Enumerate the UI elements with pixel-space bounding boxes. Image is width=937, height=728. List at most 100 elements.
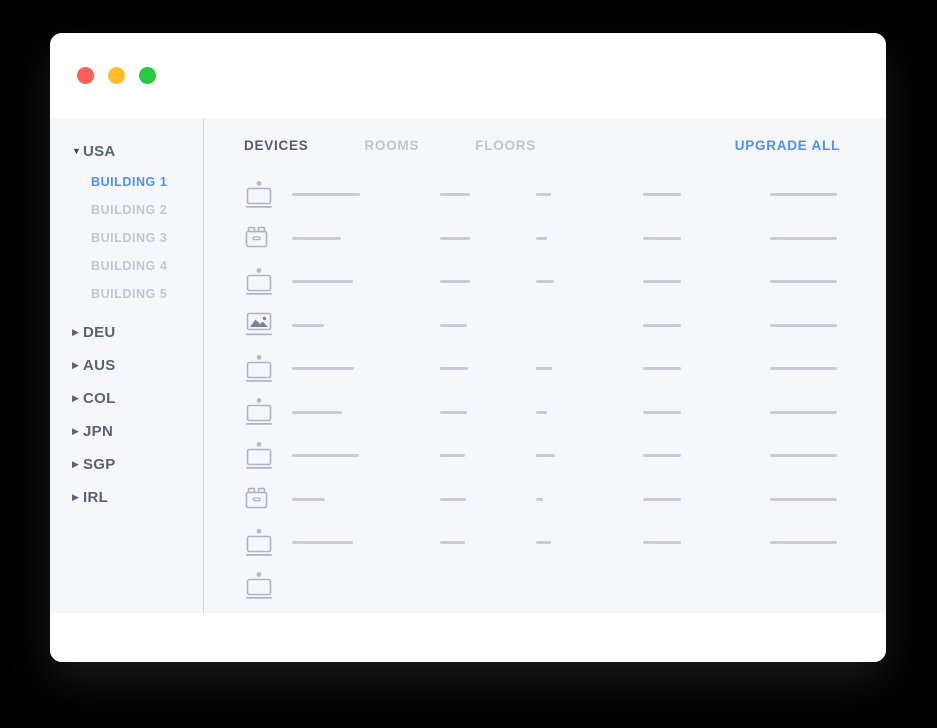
cell-placeholder [770, 410, 837, 414]
sidebar-item-label: BUILDING 3 [91, 231, 168, 245]
sidebar-group-jpn[interactable]: ▶ JPN [50, 415, 203, 448]
cell-placeholder [292, 497, 325, 501]
cell-placeholder [440, 410, 467, 414]
close-button[interactable] [77, 67, 94, 84]
sidebar-item-label: BUILDING 2 [91, 203, 168, 217]
device-list [244, 173, 886, 608]
chevron-right-icon[interactable]: ▶ [72, 328, 83, 337]
table-row[interactable] [244, 391, 886, 435]
laptop-icon [244, 180, 290, 210]
cell-placeholder [536, 497, 543, 501]
cell-placeholder [643, 454, 681, 458]
printer-icon [244, 226, 290, 250]
sidebar-item-building-5[interactable]: BUILDING 5 [50, 280, 203, 308]
cell-placeholder [292, 541, 353, 545]
tabs-bar: DEVICES ROOMS FLOORS UPGRADE ALL [244, 118, 886, 173]
maximize-button[interactable] [139, 67, 156, 84]
minimize-button[interactable] [108, 67, 125, 84]
window-footer [50, 613, 886, 662]
location-sidebar: ▼ USA BUILDING 1 BUILDING 2 BUILDING 3 BUILDI… [50, 118, 203, 613]
laptop-icon [244, 354, 290, 384]
cell-placeholder [770, 541, 837, 545]
sidebar-item-building-2[interactable]: BUILDING 2 [50, 196, 203, 224]
cell-placeholder [292, 280, 353, 284]
cell-placeholder [643, 236, 681, 240]
cell-placeholder [292, 323, 324, 327]
sidebar-group-usa[interactable]: ▼ USA [50, 135, 203, 168]
table-row[interactable] [244, 173, 886, 217]
cell-placeholder [643, 280, 681, 284]
cell-placeholder [440, 454, 465, 458]
tab-devices[interactable]: DEVICES [244, 138, 309, 153]
cell-placeholder [643, 367, 681, 371]
tab-floors[interactable]: FLOORS [475, 138, 536, 153]
main-panel: DEVICES ROOMS FLOORS UPGRADE ALL [203, 118, 886, 613]
laptop-icon [244, 528, 290, 558]
cell-placeholder [440, 193, 470, 197]
upgrade-all-button[interactable]: UPGRADE ALL [735, 138, 840, 153]
sidebar-group-col[interactable]: ▶ COL [50, 382, 203, 415]
chevron-right-icon[interactable]: ▶ [72, 427, 83, 436]
sidebar-group-aus[interactable]: ▶ AUS [50, 349, 203, 382]
sidebar-group-label: IRL [83, 489, 109, 506]
cell-placeholder [643, 410, 681, 414]
cell-placeholder [536, 367, 552, 371]
laptop-icon [244, 441, 290, 471]
cell-placeholder [643, 193, 681, 197]
cell-placeholder [770, 236, 837, 240]
cell-placeholder [440, 541, 465, 545]
chevron-right-icon[interactable]: ▶ [72, 361, 83, 370]
table-row[interactable] [244, 347, 886, 391]
cell-placeholder [770, 497, 837, 501]
cell-placeholder [770, 367, 837, 371]
sidebar-group-label: JPN [83, 423, 114, 440]
cell-placeholder [292, 454, 359, 458]
sidebar-group-label: COL [83, 390, 116, 407]
sidebar-group-label: AUS [83, 357, 116, 374]
sidebar-item-label: BUILDING 5 [91, 287, 168, 301]
sidebar-item-building-4[interactable]: BUILDING 4 [50, 252, 203, 280]
cell-placeholder [536, 454, 555, 458]
cell-placeholder [536, 193, 551, 197]
chevron-right-icon[interactable]: ▶ [72, 493, 83, 502]
laptop-icon [244, 571, 290, 601]
table-row[interactable] [244, 434, 886, 478]
cell-placeholder [770, 280, 837, 284]
table-row[interactable] [244, 521, 886, 565]
photo-icon [244, 312, 290, 338]
traffic-lights [77, 67, 156, 84]
table-row[interactable] [244, 260, 886, 304]
cell-placeholder [440, 280, 470, 284]
table-row[interactable] [244, 217, 886, 261]
table-row[interactable] [244, 565, 886, 609]
sidebar-group-sgp[interactable]: ▶ SGP [50, 448, 203, 481]
chevron-right-icon[interactable]: ▶ [72, 394, 83, 403]
window-titlebar [50, 33, 886, 118]
tab-rooms[interactable]: ROOMS [365, 138, 420, 153]
sidebar-item-building-1[interactable]: BUILDING 1 [50, 168, 203, 196]
sidebar-group-deu[interactable]: ▶ DEU [50, 316, 203, 349]
cell-placeholder [440, 497, 466, 501]
cell-placeholder [643, 497, 681, 501]
cell-placeholder [536, 541, 551, 545]
app-window: ▼ USA BUILDING 1 BUILDING 2 BUILDING 3 BUILDI… [50, 33, 886, 662]
sidebar-item-building-3[interactable]: BUILDING 3 [50, 224, 203, 252]
cell-placeholder [440, 367, 468, 371]
sidebar-group-irl[interactable]: ▶ IRL [50, 481, 203, 514]
cell-placeholder [292, 236, 341, 240]
chevron-down-icon[interactable]: ▼ [72, 147, 83, 156]
sidebar-group-label: SGP [83, 456, 116, 473]
sidebar-group-label: USA [83, 143, 116, 160]
table-row[interactable] [244, 304, 886, 348]
cell-placeholder [643, 541, 681, 545]
chevron-right-icon[interactable]: ▶ [72, 460, 83, 469]
cell-placeholder [292, 193, 360, 197]
cell-placeholder [440, 323, 467, 327]
cell-placeholder [536, 236, 547, 240]
cell-placeholder [536, 280, 554, 284]
cell-placeholder [770, 193, 837, 197]
cell-placeholder [292, 410, 342, 414]
table-row[interactable] [244, 478, 886, 522]
sidebar-item-label: BUILDING 4 [91, 259, 168, 273]
